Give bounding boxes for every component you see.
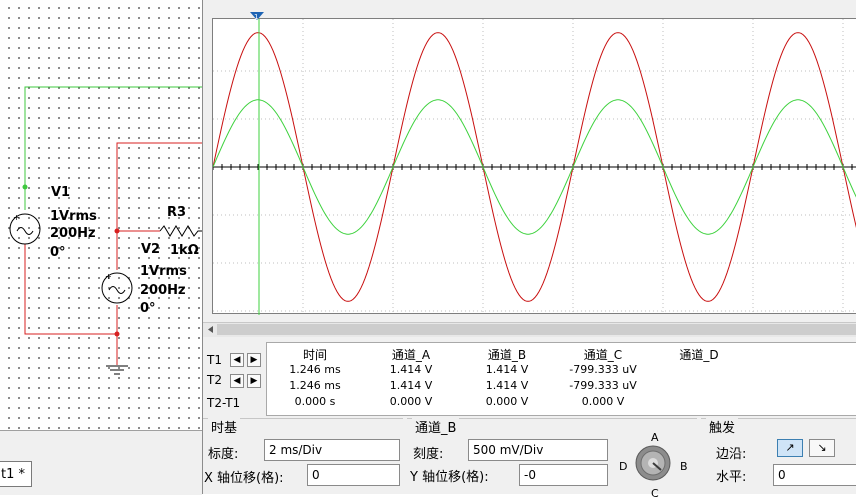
junction-dot [114,228,120,234]
channel-b-ypos-label: Y 轴位移(格): [410,470,489,485]
trigger-edge-label: 边沿: [716,447,747,462]
cell-t1-time: 1.246 ms [289,363,341,376]
v2-frequency: 200Hz [140,283,186,298]
scroll-left-arrow-icon[interactable] [206,325,215,334]
v1-frequency: 200Hz [50,226,96,241]
edge-rising-button[interactable]: ↗ [777,439,803,457]
scope-grid [213,19,856,315]
scrollbar-thumb[interactable] [217,324,856,335]
row-label-t2-t1: T2-T1 [207,396,241,410]
sheet-tab[interactable]: t1 * [0,461,32,487]
v1-amplitude: 1Vrms [50,209,97,224]
timebase-scale-label: 标度: [208,447,239,462]
junction-dot [22,184,28,190]
source-v2-symbol[interactable]: + [101,272,133,304]
channel-b-ypos-field[interactable]: -0 [519,464,608,486]
t2-right-button[interactable]: ▶ [247,374,261,388]
timebase-scale-field[interactable]: 2 ms/Div [264,439,400,461]
trigger-level-field[interactable]: 0 [773,464,856,486]
trigger-level-label: 水平: [716,470,747,485]
cell-t1-ch-a: 1.414 V [389,363,433,376]
col-header-time: 时间 [302,348,327,362]
r3-value: 1kΩ [170,243,199,258]
readout-table: 时间 通道_A 通道_B 通道_C 通道_D 1.246 ms 1.414 V … [266,342,856,416]
svg-text:+: + [13,213,20,222]
cell-t2-time: 1.246 ms [289,379,341,392]
cell-diff-ch-c: 0.000 V [581,395,625,408]
v2-amplitude: 1Vrms [140,264,187,279]
cell-diff-ch-b: 0.000 V [485,395,529,408]
cell-diff-time: 0.000 s [294,395,336,408]
timebase-title: 时基 [208,417,241,436]
timebase-group: 时基 标度: 2 ms/Div X 轴位移(格): 0 [203,417,403,495]
channel-selector-knob-icon[interactable] [633,443,673,483]
source-v1-symbol[interactable]: + [9,213,41,245]
knob-label-d: D [619,460,628,473]
channel-b-title: 通道_B [412,417,460,436]
r3-name: R3 [167,205,187,220]
col-header-channel-c: 通道_C [583,348,623,362]
oscilloscope-panel: 1 T1 T2 T2-T1 ◀ ▶ ◀ ▶ 时间 通道_A 通道_B 通道_C … [202,0,856,500]
channel-b-scale-label: 刻度: [413,447,444,462]
cell-t2-ch-c: -799.333 uV [569,379,637,392]
cell-t2-ch-b: 1.414 V [485,379,529,392]
cell-t2-ch-a: 1.414 V [389,379,433,392]
v2-phase: 0° [140,301,156,316]
col-header-channel-a: 通道_A [391,348,431,362]
t1-right-button[interactable]: ▶ [247,353,261,367]
t2-left-button[interactable]: ◀ [230,374,244,388]
v1-phase: 0° [50,245,66,260]
col-header-channel-b: 通道_B [487,348,527,362]
cell-t1-ch-c: -799.333 uV [569,363,637,376]
scope-plot [213,19,856,315]
cell-diff-ch-a: 0.000 V [389,395,433,408]
schematic-canvas[interactable]: + + V1 1Vrms 200Hz 0° R3 1kΩ V2 1Vrms 20… [0,0,202,460]
svg-text:1: 1 [254,13,258,21]
scope-screen[interactable] [212,18,856,315]
channel-b-scale-field[interactable]: 500 mV/Div [468,439,608,461]
row-label-t2: T2 [207,373,222,387]
junction-dot [114,331,120,337]
svg-text:+: + [105,272,112,281]
schematic-wiring: + + [9,86,202,375]
col-header-channel-d: 通道_D [679,348,719,362]
v1-name: V1 [51,185,71,200]
cursor-readout: T1 T2 T2-T1 ◀ ▶ ◀ ▶ 时间 通道_A 通道_B 通道_C 通道… [203,340,856,416]
wire-v1-bottom[interactable] [24,244,117,335]
knob-label-b: B [680,460,688,473]
cell-t1-ch-b: 1.414 V [485,363,529,376]
resistor-r3-symbol[interactable] [159,225,202,237]
row-label-t1: T1 [207,353,222,367]
scope-horizontal-scrollbar[interactable] [203,322,856,337]
trigger-group: 触发 边沿: ↗ ↘ 水平: 0 [701,417,856,495]
timebase-xpos-field[interactable]: 0 [307,464,400,486]
timebase-xpos-label: X 轴位移(格): [204,471,284,486]
edge-falling-button[interactable]: ↘ [809,439,835,457]
t1-left-button[interactable]: ◀ [230,353,244,367]
trigger-title: 触发 [706,417,739,436]
cursor-handle-icon[interactable]: 1 [250,12,264,24]
channel-b-group: 通道_B 刻度: 500 mV/Div Y 轴位移(格): -0 A D B C [407,417,697,500]
ground-symbol[interactable] [106,365,128,375]
v2-name: V2 [141,242,161,257]
